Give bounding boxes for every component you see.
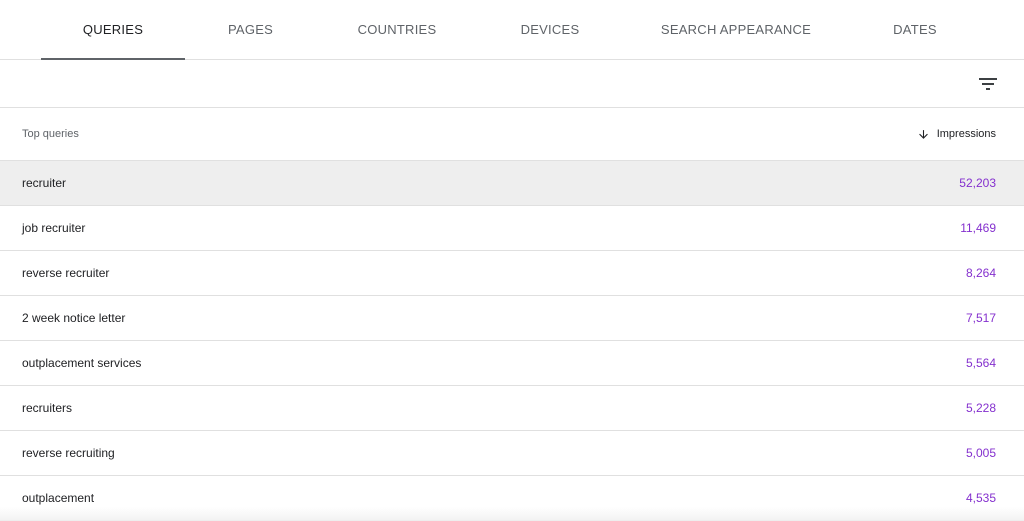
- impressions-cell: 4,535: [965, 491, 996, 505]
- filter-icon[interactable]: [976, 72, 1000, 96]
- query-cell: reverse recruiter: [22, 266, 110, 280]
- query-cell: recruiters: [22, 401, 73, 415]
- table-header: Top queries Impressions: [0, 108, 1024, 161]
- queries-table: Top queries Impressions recruiter 52,203…: [0, 108, 1024, 521]
- tab-dates-label: DATES: [893, 22, 937, 37]
- tab-search-appearance[interactable]: SEARCH APPEARANCE: [646, 0, 826, 59]
- table-row[interactable]: recruiters 5,228: [0, 386, 1024, 431]
- impressions-cell: 8,264: [965, 266, 996, 280]
- table-row[interactable]: reverse recruiter 8,264: [0, 251, 1024, 296]
- query-cell: 2 week notice letter: [22, 311, 126, 325]
- impressions-cell: 5,564: [965, 356, 996, 370]
- tab-queries[interactable]: QUERIES: [41, 0, 185, 60]
- impressions-cell: 7,517: [965, 311, 996, 325]
- impressions-header-label: Impressions: [936, 128, 996, 140]
- tab-countries[interactable]: COUNTRIES: [338, 0, 456, 59]
- query-cell: reverse recruiting: [22, 446, 115, 460]
- impressions-cell: 52,203: [959, 176, 996, 190]
- table-row[interactable]: recruiter 52,203: [0, 161, 1024, 206]
- table-row[interactable]: job recruiter 11,469: [0, 206, 1024, 251]
- tab-pages-label: PAGES: [227, 22, 274, 37]
- query-cell: recruiter: [22, 176, 67, 190]
- query-cell: outplacement: [22, 491, 95, 505]
- dimension-tabs: QUERIES PAGES COUNTRIES DEVICES SEARCH A…: [0, 0, 1024, 60]
- impressions-cell: 5,228: [965, 401, 996, 415]
- tab-dates[interactable]: DATES: [866, 0, 964, 59]
- tab-countries-label: COUNTRIES: [357, 22, 437, 37]
- query-cell: job recruiter: [22, 221, 86, 235]
- filter-bar: [0, 60, 1024, 108]
- tab-devices-label: DEVICES: [520, 22, 580, 37]
- table-row[interactable]: outplacement 4,535: [0, 476, 1024, 521]
- tab-search-appearance-label: SEARCH APPEARANCE: [660, 22, 812, 37]
- performance-report: QUERIES PAGES COUNTRIES DEVICES SEARCH A…: [0, 0, 1024, 521]
- impressions-cell: 5,005: [965, 446, 996, 460]
- column-header-impressions[interactable]: Impressions: [917, 108, 996, 160]
- query-cell: outplacement services: [22, 356, 142, 370]
- column-header-top-queries[interactable]: Top queries: [22, 108, 79, 160]
- table-row[interactable]: 2 week notice letter 7,517: [0, 296, 1024, 341]
- table-row[interactable]: reverse recruiting 5,005: [0, 431, 1024, 476]
- tab-queries-label: QUERIES: [82, 22, 144, 37]
- arrow-down-icon: [918, 129, 928, 139]
- impressions-cell: 11,469: [960, 221, 996, 235]
- tab-pages[interactable]: PAGES: [200, 0, 301, 59]
- tab-devices[interactable]: DEVICES: [492, 0, 608, 59]
- table-row[interactable]: outplacement services 5,564: [0, 341, 1024, 386]
